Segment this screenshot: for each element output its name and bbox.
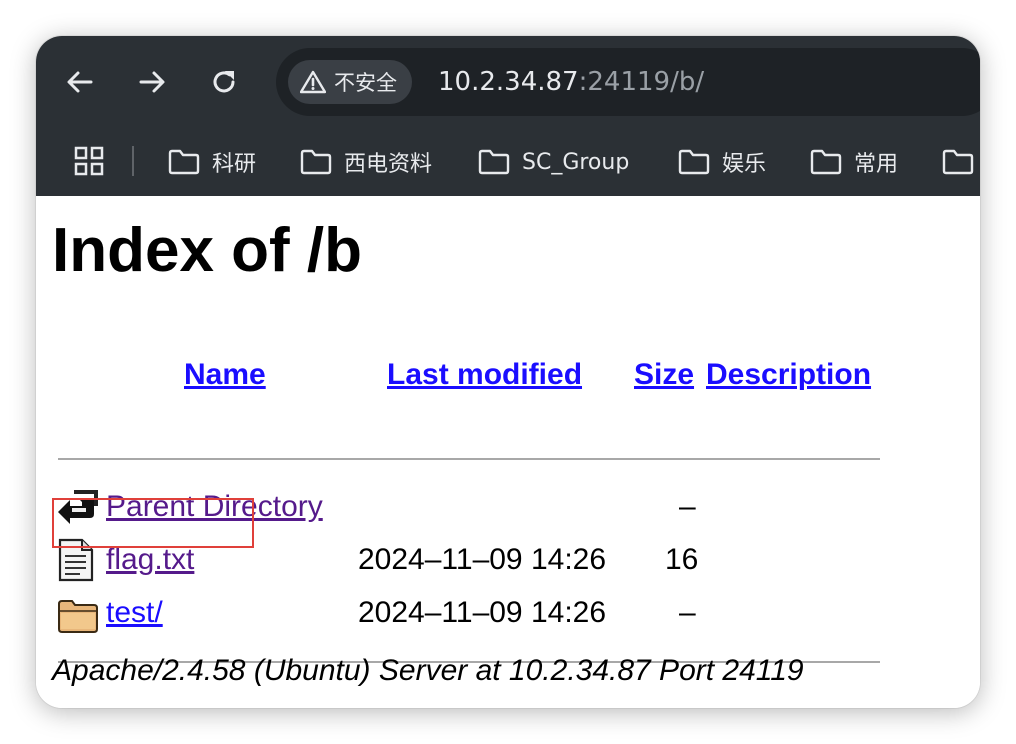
reload-button[interactable]: [206, 64, 242, 100]
row-size: –: [679, 596, 696, 629]
row-last-modified: 2024–11–09 14:26: [358, 543, 607, 576]
folder-icon: [168, 149, 200, 175]
folder-icon: [300, 149, 332, 175]
arrow-right-icon: [139, 71, 165, 93]
folder-icon: [810, 149, 842, 175]
bookmark-label: 娱乐: [722, 152, 767, 177]
server-signature: Apache/2.4.58 (Ubuntu) Server at 10.2.34…: [52, 654, 804, 687]
highlight-box: [52, 498, 254, 548]
bookmark-folder-keyan[interactable]: 科研: [168, 142, 256, 182]
bookmark-folder-xidian[interactable]: 西电资料: [300, 142, 432, 182]
security-label: 不安全: [334, 71, 397, 95]
address-bar[interactable]: 不安全 10.2.34.87:24119/b/: [276, 48, 980, 116]
apps-grid-icon: [74, 146, 104, 176]
browser-chrome: 不安全 10.2.34.87:24119/b/ 科研 西电资料 SC_Group…: [36, 36, 980, 196]
url-host: 10.2.34.87: [438, 67, 579, 97]
column-header-last-modified[interactable]: Last modified: [387, 358, 582, 392]
bookmark-folder-sc-group[interactable]: SC_Group: [478, 142, 629, 182]
warning-triangle-icon: [300, 70, 326, 94]
bookmark-folder-yule[interactable]: 娱乐: [678, 142, 766, 182]
arrow-left-icon: [67, 71, 93, 93]
bookmarks-divider: [132, 146, 134, 176]
apps-button[interactable]: [74, 146, 104, 181]
bookmark-folder-changyong[interactable]: 常用: [810, 142, 898, 182]
bookmarks-bar: 科研 西电资料 SC_Group 娱乐 常用: [36, 132, 980, 196]
bookmark-folder-more[interactable]: [942, 142, 980, 182]
page-content: Index of /b Name Last modified Size Desc…: [36, 196, 980, 708]
folder-icon: [678, 149, 710, 175]
header-divider: [58, 458, 880, 460]
column-header-name[interactable]: Name: [184, 358, 266, 392]
column-header-size[interactable]: Size: [634, 358, 694, 392]
back-button[interactable]: [62, 64, 98, 100]
bookmark-label: SC_Group: [522, 149, 630, 175]
test-folder-link[interactable]: test/: [106, 596, 163, 630]
folder-icon: [942, 149, 974, 175]
row-last-modified: 2024–11–09 14:26: [358, 596, 607, 629]
security-indicator[interactable]: 不安全: [288, 60, 412, 104]
forward-button[interactable]: [134, 64, 170, 100]
column-header-description[interactable]: Description: [706, 358, 871, 392]
bookmark-label: 科研: [212, 152, 257, 177]
row-size: 16: [665, 543, 699, 576]
flag-txt-link[interactable]: flag.txt: [106, 543, 194, 577]
page-title: Index of /b: [52, 216, 362, 285]
reload-icon: [213, 71, 235, 93]
folder-icon: [478, 149, 510, 175]
folder-icon: [58, 600, 98, 633]
row-size: –: [679, 490, 696, 523]
browser-window: 不安全 10.2.34.87:24119/b/ 科研 西电资料 SC_Group…: [36, 36, 980, 708]
url-text[interactable]: 10.2.34.87:24119/b/: [438, 66, 704, 98]
bookmark-label: 西电资料: [344, 152, 433, 177]
bookmark-label: 常用: [854, 152, 899, 177]
url-path: :24119/b/: [578, 67, 705, 97]
